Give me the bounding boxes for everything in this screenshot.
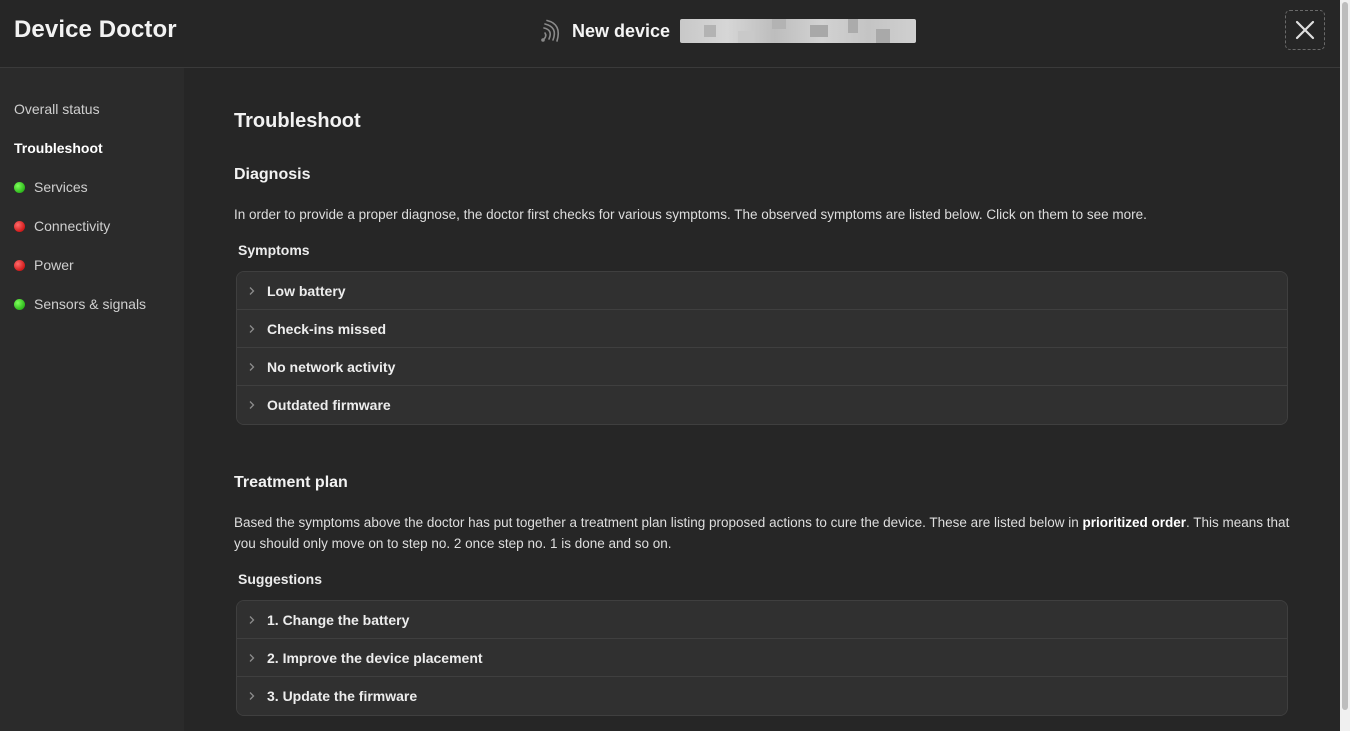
sidebar-item-label: Power — [34, 257, 74, 273]
app-title: Device Doctor — [14, 16, 177, 43]
sidebar-item-label: Services — [34, 179, 88, 195]
symptom-item-check-ins-missed[interactable]: Check-ins missed — [237, 310, 1287, 348]
main-content: Troubleshoot Diagnosis In order to provi… — [184, 68, 1340, 731]
treatment-plan-description: Based the symptoms above the doctor has … — [234, 512, 1294, 554]
signal-icon — [541, 19, 560, 42]
status-dot-green — [14, 298, 25, 310]
close-button[interactable] — [1285, 10, 1325, 50]
symptoms-title: Symptoms — [238, 242, 310, 258]
sidebar-item-label: Troubleshoot — [14, 140, 103, 156]
symptom-item-outdated-firmware[interactable]: Outdated firmware — [237, 386, 1287, 424]
sidebar: Overall status Troubleshoot Services Con… — [0, 68, 184, 731]
diagnosis-title: Diagnosis — [234, 166, 311, 183]
symptom-item-no-network-activity[interactable]: No network activity — [237, 348, 1287, 386]
sidebar-item-connectivity[interactable]: Connectivity — [14, 216, 110, 236]
header: Device Doctor New device — [0, 0, 1340, 68]
suggestion-item-change-battery[interactable]: 1. Change the battery — [237, 601, 1287, 639]
suggestion-item-improve-placement[interactable]: 2. Improve the device placement — [237, 639, 1287, 677]
symptoms-list: Low battery Check-ins missed No network … — [236, 271, 1288, 425]
scrollbar[interactable] — [1340, 0, 1350, 731]
treatment-plan-title: Treatment plan — [234, 474, 348, 491]
symptom-label: Outdated firmware — [267, 397, 391, 413]
suggestion-label: 3. Update the firmware — [267, 688, 418, 704]
suggestion-label: 1. Change the battery — [267, 611, 410, 628]
treatment-text-start: Based the symptoms above the doctor has … — [234, 515, 1083, 530]
sidebar-item-services[interactable]: Services — [14, 177, 88, 197]
page-title: Troubleshoot — [234, 110, 361, 132]
chevron-right-icon — [237, 400, 267, 410]
device-name: New device — [572, 20, 671, 41]
sidebar-item-power[interactable]: Power — [14, 255, 74, 275]
sidebar-item-sensors-signals[interactable]: Sensors & signals — [14, 294, 146, 314]
device-doctor-app: Device Doctor New device Overall status … — [0, 0, 1350, 731]
scrollbar-thumb[interactable] — [1342, 2, 1348, 710]
sidebar-item-label: Sensors & signals — [34, 296, 147, 312]
diagnosis-description: In order to provide a proper diagnose, t… — [234, 207, 1147, 222]
suggestion-label: 2. Improve the device placement — [267, 649, 483, 666]
status-dot-green — [14, 181, 25, 193]
symptom-label: Low battery — [267, 282, 346, 299]
sidebar-item-label: Overall status — [14, 101, 100, 117]
symptom-item-low-battery[interactable]: Low battery — [237, 272, 1287, 310]
device-info: New device — [540, 18, 917, 44]
chevron-right-icon — [237, 615, 267, 625]
treatment-text-emphasis: prioritized order — [1082, 515, 1187, 530]
symptom-label: No network activity — [267, 358, 396, 375]
sidebar-item-label: Connectivity — [34, 218, 111, 234]
chevron-right-icon — [237, 324, 267, 334]
close-icon — [1295, 20, 1315, 40]
symptom-label: Check-ins missed — [267, 320, 387, 337]
sidebar-item-overall-status[interactable]: Overall status — [14, 99, 100, 119]
device-id-redacted — [680, 19, 917, 43]
chevron-right-icon — [237, 653, 267, 663]
suggestions-title: Suggestions — [238, 571, 323, 587]
chevron-right-icon — [237, 286, 267, 296]
chevron-right-icon — [237, 691, 267, 701]
sidebar-item-troubleshoot[interactable]: Troubleshoot — [14, 138, 103, 158]
suggestion-item-update-firmware[interactable]: 3. Update the firmware — [237, 677, 1287, 715]
status-dot-red — [14, 220, 25, 232]
chevron-right-icon — [237, 362, 267, 372]
status-dot-red — [14, 259, 25, 271]
suggestions-list: 1. Change the battery 2. Improve the dev… — [236, 600, 1288, 716]
